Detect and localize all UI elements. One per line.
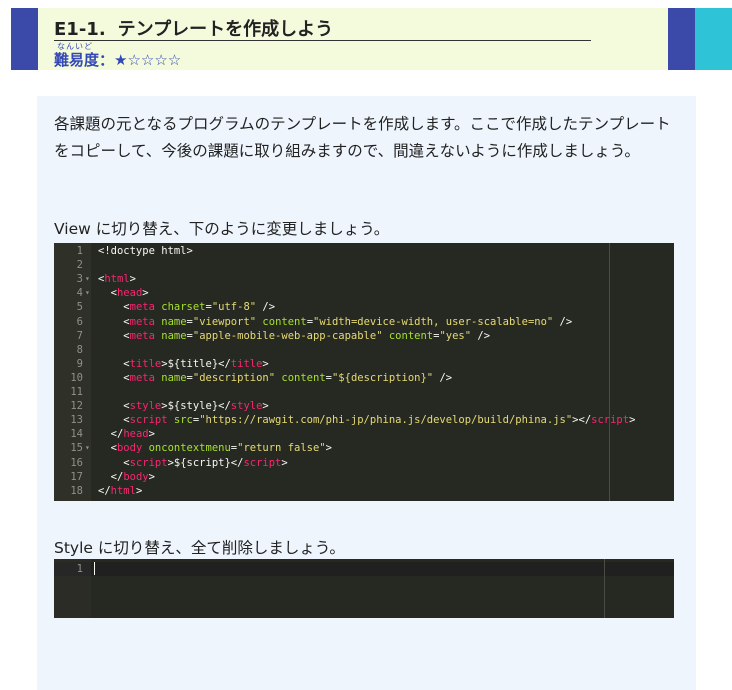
line-number: 1 [76,563,83,575]
code-line: 2 [54,258,674,272]
code-line: 13 <script src="https://rawgit.com/phi-j… [54,413,674,427]
code-text[interactable]: <meta charset="utf-8" /> [98,300,275,314]
code-text[interactable]: <meta name="description" content="${desc… [98,371,452,385]
code-text[interactable]: <meta name="apple-mobile-web-app-capable… [98,329,490,343]
line-number: 8 [76,343,83,356]
code-line: 7 <meta name="apple-mobile-web-app-capab… [54,329,674,343]
code-line: 16 <script>${script}</script> [54,456,674,470]
code-line: 18 </html> [54,484,674,498]
code-text[interactable]: <head> [98,286,149,300]
text-cursor [94,562,95,575]
difficulty-label: 難易度： [54,51,115,69]
line-number: 16 [70,456,83,469]
difficulty-stars: ★☆☆☆☆ [114,51,182,69]
style-instruction: Style に切り替え、全て削除しましょう。 [54,539,345,557]
exercise-title: テンプレートを作成しよう [117,19,334,40]
code-line: 4 ▾ <head> [54,286,674,300]
line-number: 2 [76,259,83,272]
code-line: 5 <meta charset="utf-8" /> [54,300,674,314]
line-number: 7 [76,329,83,342]
code-text[interactable]: </body> [98,470,155,484]
code-text[interactable]: <!doctype html> [98,244,193,258]
code-text[interactable]: <title>${title}</title> [98,357,268,371]
intro-paragraph: 各課題の元となるプログラムのテンプレートを作成します。ここで作成したテンプレート… [54,115,671,160]
line-number: 6 [76,315,83,328]
code-text[interactable]: <body oncontextmenu="return false"> [98,441,332,455]
line-number: 15 [70,442,83,455]
code-text[interactable]: <style>${style}</style> [98,399,268,413]
style-code-editor[interactable]: 1 [54,559,674,618]
line-number: 10 [70,371,83,384]
view-code-editor[interactable]: 1 <!doctype html> 2 3 ▾ <html> 4 ▾ <head> 5 <met… [54,243,674,501]
code-line: 3 ▾ <html> [54,272,674,286]
code-text[interactable]: </html> [98,484,142,498]
code-line: 11 [54,385,674,399]
title-underline [54,40,591,41]
line-number: 4 [76,287,83,300]
fold-toggle-icon[interactable]: ▾ [85,272,90,286]
code-line: 12 <style>${style}</style> [54,399,674,413]
code-text[interactable]: <script>${script}</script> [98,456,287,470]
code-text[interactable]: <script src="https://rawgit.com/phi-jp/p… [98,413,635,427]
header-accent-left [11,8,38,70]
code-line: 17 </body> [54,470,674,484]
line-number: 5 [76,301,83,314]
code-line: 8 [54,343,674,357]
difficulty: なんいど 難易度：★☆☆☆☆ [54,42,181,69]
code-text[interactable]: </head> [98,427,155,441]
page-title: E1-1. テンプレートを作成しよう [54,15,333,41]
header-accent-cyan [695,8,732,70]
fold-toggle-icon[interactable]: ▾ [85,286,90,300]
code-line: 6 <meta name="viewport" content="width=d… [54,315,674,329]
exercise-number: E1-1. [54,19,106,40]
line-number: 3 [76,273,83,286]
code-text[interactable]: <meta name="viewport" content="width=dev… [98,315,572,329]
view-instruction: View に切り替え、下のように変更しましょう。 [54,220,390,238]
line-number: 13 [70,414,83,427]
code-line: 9 <title>${title}</title> [54,357,674,371]
fold-toggle-icon[interactable]: ▾ [85,441,90,455]
code-line: 1 <!doctype html> [54,244,674,258]
header-accent-right [668,8,695,70]
line-number: 14 [70,428,83,441]
difficulty-ruby: なんいど [57,42,93,51]
code-text[interactable]: <html> [98,272,136,286]
line-number: 9 [76,357,83,370]
code-line: 14 </head> [54,427,674,441]
line-number: 18 [70,484,83,497]
code-line: 1 [54,562,674,576]
line-number: 1 [76,245,83,257]
code-line: 15 ▾ <body oncontextmenu="return false"> [54,441,674,455]
line-number: 12 [70,400,83,413]
line-number: 17 [70,470,83,483]
line-number: 11 [70,386,83,398]
code-line: 10 <meta name="description" content="${d… [54,371,674,385]
